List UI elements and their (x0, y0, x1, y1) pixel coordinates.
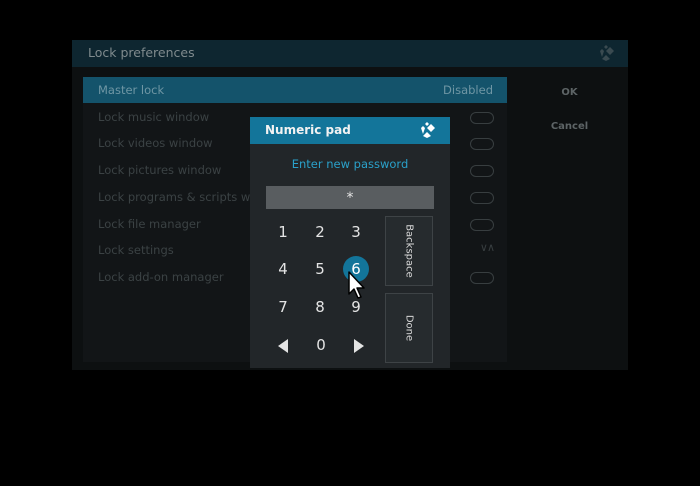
backspace-button[interactable]: Backspace (385, 216, 433, 286)
setting-value: Disabled (443, 83, 493, 97)
setting-label: Master lock (98, 83, 165, 97)
key-8[interactable]: 8 (307, 294, 333, 320)
key-7[interactable]: 7 (270, 294, 296, 320)
left-arrow-icon[interactable] (278, 339, 288, 353)
password-prompt: Enter new password (291, 157, 409, 171)
password-mask: * (346, 190, 354, 206)
done-button[interactable]: Done (385, 293, 433, 363)
backspace-label: Backspace (403, 224, 415, 278)
key-1[interactable]: 1 (270, 219, 296, 245)
setting-label: Lock music window (98, 110, 210, 124)
setting-label: Lock videos window (98, 136, 213, 150)
kodi-logo-icon (598, 45, 614, 61)
toggle-switch[interactable] (470, 192, 494, 204)
key-4[interactable]: 4 (270, 256, 296, 282)
setting-label: Lock pictures window (98, 163, 222, 177)
toggle-switch[interactable] (470, 165, 494, 177)
toggle-switch[interactable] (470, 112, 494, 124)
numeric-pad-dialog: Numeric pad Enter new password * 1 2 3 4… (250, 117, 450, 368)
toggle-switch[interactable] (470, 219, 494, 231)
password-field[interactable]: * (266, 186, 434, 209)
kodi-logo-icon (419, 122, 435, 138)
dialog-title: Lock preferences (88, 45, 195, 60)
setting-label: Lock settings (98, 243, 174, 257)
ok-button[interactable]: OK (523, 80, 616, 106)
setting-label: Lock add-on manager (98, 270, 224, 284)
mouse-pointer-icon (348, 271, 365, 299)
numpad-header: Numeric pad (250, 117, 450, 144)
right-arrow-icon[interactable] (354, 339, 364, 353)
key-2[interactable]: 2 (307, 219, 333, 245)
toggle-switch[interactable] (470, 272, 494, 284)
done-label: Done (403, 314, 415, 342)
key-0[interactable]: 0 (308, 332, 334, 358)
key-5[interactable]: 5 (307, 256, 333, 282)
chevron-updown-icon[interactable]: ∨∧ (480, 241, 495, 254)
cancel-button[interactable]: Cancel (523, 114, 616, 140)
key-3[interactable]: 3 (343, 219, 369, 245)
dialog-header: Lock preferences (72, 40, 628, 67)
setting-label: Lock file manager (98, 217, 201, 231)
toggle-switch[interactable] (470, 138, 494, 150)
numpad-title: Numeric pad (265, 123, 351, 137)
setting-master-lock[interactable]: Master lock Disabled (83, 77, 507, 103)
